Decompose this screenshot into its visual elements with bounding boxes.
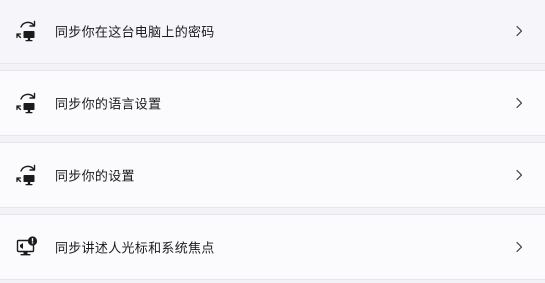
chevron-right-icon [512, 24, 526, 38]
sync-passwords-row[interactable]: 同步你在这台电脑上的密码 [0, 0, 545, 64]
row-label: 同步讲述人光标和系统焦点 [55, 241, 215, 257]
sync-settings-row[interactable]: 同步你的设置 [0, 142, 545, 208]
chevron-right-icon [512, 96, 526, 110]
settings-list: 同步你在这台电脑上的密码 同步你的语言设置 同步你的设置 同步讲述人光标和系统焦… [0, 0, 545, 283]
row-label: 同步你的设置 [55, 169, 135, 185]
sync-language-row[interactable]: 同步你的语言设置 [0, 70, 545, 136]
sync-narrator-cursor-row[interactable]: 同步讲述人光标和系统焦点 [0, 214, 545, 280]
sync-pc-icon [14, 18, 40, 44]
sync-pc-icon [14, 90, 40, 116]
chevron-right-icon [512, 168, 526, 182]
row-label: 同步你在这台电脑上的密码 [55, 25, 215, 41]
row-label: 同步你的语言设置 [55, 97, 162, 113]
sync-pc-icon [14, 162, 40, 188]
narrator-monitor-icon [14, 234, 40, 260]
chevron-right-icon [512, 240, 526, 254]
